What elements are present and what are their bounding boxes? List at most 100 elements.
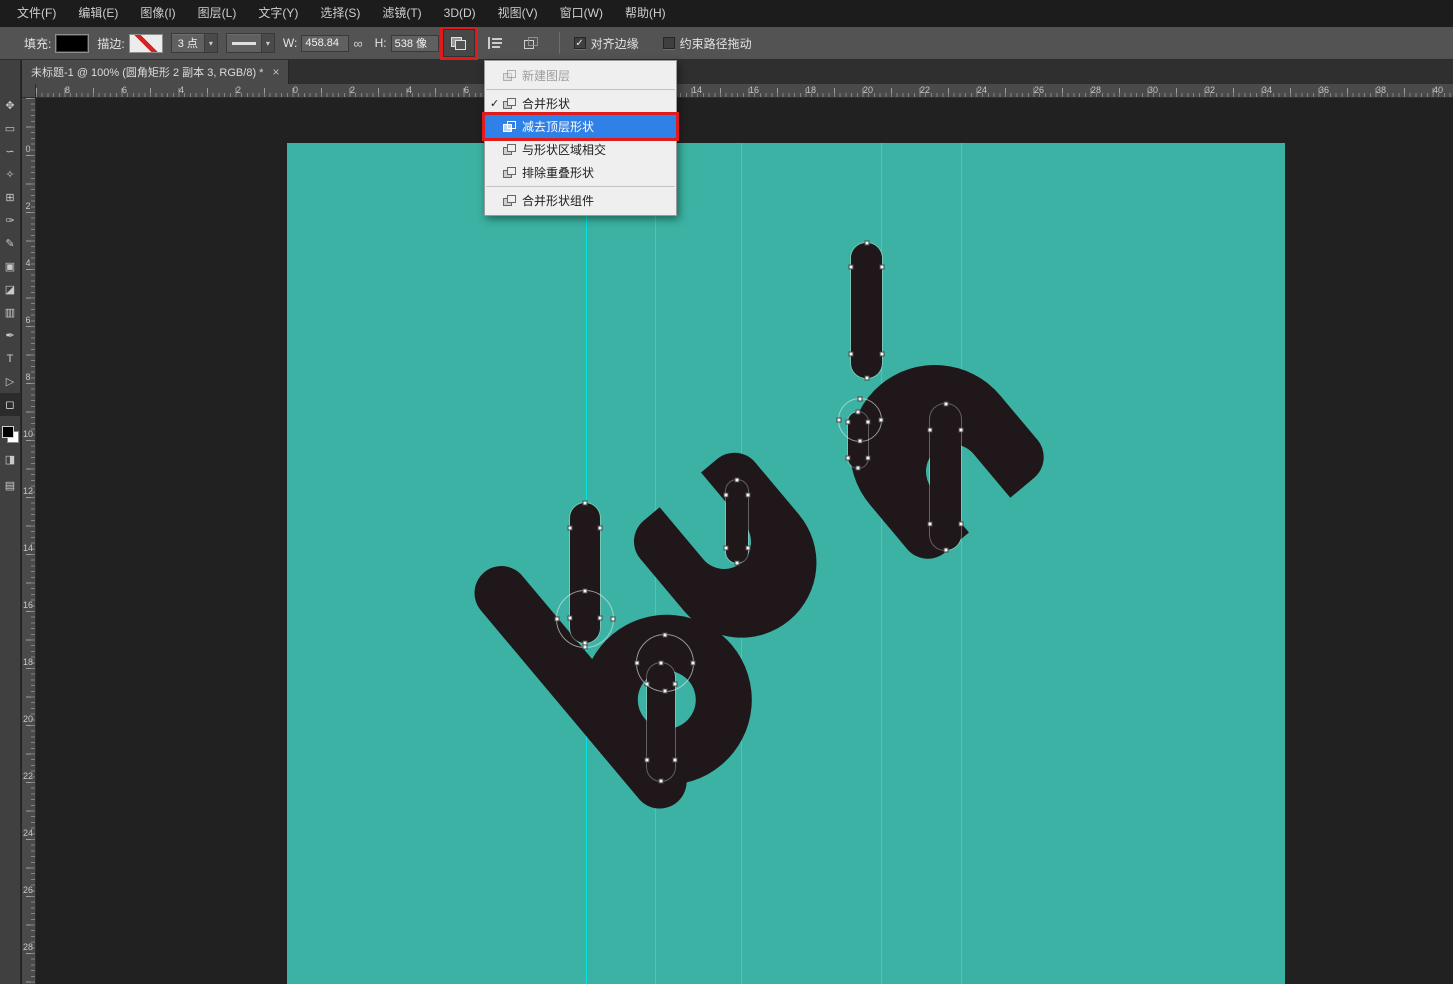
shape-tool[interactable]: ◻ xyxy=(0,393,21,416)
stroke-color-swatch[interactable] xyxy=(128,33,163,53)
quick-mask-button[interactable]: ◨ xyxy=(0,449,21,469)
path-alignment-button[interactable] xyxy=(479,29,511,57)
checkbox-checked-icon[interactable]: ✓ xyxy=(573,37,586,49)
anchor-point[interactable] xyxy=(845,455,851,461)
anchor-point[interactable] xyxy=(634,660,640,666)
rounded-rect-shape[interactable] xyxy=(927,401,964,553)
brush-tool[interactable]: ✎ xyxy=(0,232,21,255)
anchor-point[interactable] xyxy=(690,660,696,666)
eraser-tool[interactable]: ◪ xyxy=(0,278,21,301)
menu-item[interactable]: 图层(L) xyxy=(187,0,248,27)
anchor-point[interactable] xyxy=(958,521,964,527)
anchor-point[interactable] xyxy=(958,427,964,433)
align-edges-checkbox[interactable]: ✓ 对齐边缘 xyxy=(573,35,639,52)
marquee-tool[interactable]: ▭ xyxy=(0,117,21,140)
guide-vertical[interactable] xyxy=(961,143,962,984)
rounded-rect-shape[interactable] xyxy=(848,240,885,381)
anchor-point[interactable] xyxy=(943,401,948,407)
gradient-tool[interactable]: ▥ xyxy=(0,301,21,324)
anchor-point[interactable] xyxy=(644,757,650,763)
anchor-point[interactable] xyxy=(857,396,863,402)
path-arrange-button[interactable] xyxy=(515,29,547,57)
anchor-point[interactable] xyxy=(610,616,616,622)
anchor-point[interactable] xyxy=(943,547,948,553)
anchor-point[interactable] xyxy=(582,500,588,506)
menu-item-merge-shape-components[interactable]: 合并形状组件 xyxy=(485,189,676,212)
stroke-width-select[interactable]: 3 点 ▾ xyxy=(170,33,218,53)
anchor-point[interactable] xyxy=(734,477,740,483)
menu-item-unite-shapes[interactable]: ✓ 合并形状 xyxy=(485,92,676,115)
anchor-point[interactable] xyxy=(879,264,885,270)
menu-item[interactable]: 帮助(H) xyxy=(614,0,677,27)
screen-mode-button[interactable]: ▤ xyxy=(0,475,21,495)
menu-item[interactable]: 窗口(W) xyxy=(549,0,614,27)
anchor-point[interactable] xyxy=(723,545,729,551)
anchor-point[interactable] xyxy=(855,465,861,471)
width-input[interactable] xyxy=(301,34,350,52)
checkbox-unchecked-icon[interactable] xyxy=(662,37,675,49)
anchor-point[interactable] xyxy=(864,240,869,246)
anchor-point[interactable] xyxy=(927,521,933,527)
menu-item[interactable]: 图像(I) xyxy=(129,0,186,27)
anchor-point[interactable] xyxy=(734,560,740,566)
foreground-background-color-swatch[interactable] xyxy=(1,426,19,443)
constrain-path-drag-checkbox[interactable]: 约束路径拖动 xyxy=(662,35,752,52)
anchor-point[interactable] xyxy=(864,375,869,381)
anchor-point[interactable] xyxy=(927,427,933,433)
menu-item[interactable]: 文字(Y) xyxy=(247,0,309,27)
anchor-point[interactable] xyxy=(582,644,588,650)
anchor-point[interactable] xyxy=(865,455,871,461)
clone-stamp-tool[interactable]: ▣ xyxy=(0,255,21,278)
crop-tool[interactable]: ⊞ xyxy=(0,186,21,209)
height-input[interactable] xyxy=(390,34,439,52)
path-selection-tool[interactable]: ▷ xyxy=(0,370,21,393)
menu-item-subtract-front-shape[interactable]: 减去顶层形状 xyxy=(485,115,676,138)
quick-selection-tool[interactable]: ✧ xyxy=(0,163,21,186)
anchor-point[interactable] xyxy=(745,492,751,498)
fill-color-swatch[interactable] xyxy=(55,33,90,53)
canvas[interactable] xyxy=(287,143,1285,984)
ruler-label: 22 xyxy=(920,85,931,95)
menu-item-intersect-shape-areas[interactable]: 与形状区域相交 xyxy=(485,138,676,161)
type-tool[interactable]: T xyxy=(0,347,21,370)
anchor-point[interactable] xyxy=(554,616,560,622)
anchor-point[interactable] xyxy=(879,351,885,357)
ruler-left[interactable]: 024681012141618202224262830 xyxy=(22,98,36,984)
anchor-point[interactable] xyxy=(662,688,668,694)
menu-item-new-layer[interactable]: 新建图层 xyxy=(485,64,676,87)
menu-item[interactable]: 视图(V) xyxy=(487,0,549,27)
anchor-point[interactable] xyxy=(745,545,751,551)
anchor-point[interactable] xyxy=(848,264,854,270)
stroke-style-select[interactable]: ▾ xyxy=(225,33,275,53)
path-operations-button[interactable] xyxy=(442,29,475,57)
anchor-point[interactable] xyxy=(848,351,854,357)
menu-item[interactable]: 文件(F) xyxy=(6,0,67,27)
anchor-point[interactable] xyxy=(597,525,603,531)
document-tab[interactable]: 未标题-1 @ 100% (圆角矩形 2 副本 3, RGB/8) * × xyxy=(22,60,290,84)
menu-item[interactable]: 滤镜(T) xyxy=(371,0,432,27)
tab-close-icon[interactable]: × xyxy=(272,65,279,79)
anchor-point[interactable] xyxy=(836,417,842,423)
anchor-point[interactable] xyxy=(567,525,573,531)
anchor-point[interactable] xyxy=(672,757,678,763)
eyedropper-tool[interactable]: ✑ xyxy=(0,209,21,232)
anchor-point[interactable] xyxy=(582,588,588,594)
move-tool[interactable]: ✥ xyxy=(0,94,21,117)
anchor-point[interactable] xyxy=(658,778,664,784)
anchor-point[interactable] xyxy=(723,492,729,498)
lasso-tool[interactable]: ∽ xyxy=(0,140,21,163)
chevron-down-icon[interactable]: ▾ xyxy=(260,34,274,52)
anchor-point[interactable] xyxy=(878,417,884,423)
anchor-point[interactable] xyxy=(662,632,668,638)
menu-item[interactable]: 选择(S) xyxy=(309,0,371,27)
ruler-top[interactable]: 8642024681012141618202224262830323436384… xyxy=(36,84,1453,98)
link-dimensions-icon[interactable]: ∞ xyxy=(353,36,362,51)
ruler-corner[interactable] xyxy=(22,84,36,98)
menu-item[interactable]: 编辑(E) xyxy=(67,0,129,27)
rounded-rect-shape[interactable] xyxy=(723,477,751,566)
menu-item-exclude-overlapping-shapes[interactable]: 排除重叠形状 xyxy=(485,161,676,184)
pen-tool[interactable]: ✒ xyxy=(0,324,21,347)
chevron-down-icon[interactable]: ▾ xyxy=(203,34,217,52)
menu-item[interactable]: 3D(D) xyxy=(433,0,487,27)
anchor-point[interactable] xyxy=(857,438,863,444)
